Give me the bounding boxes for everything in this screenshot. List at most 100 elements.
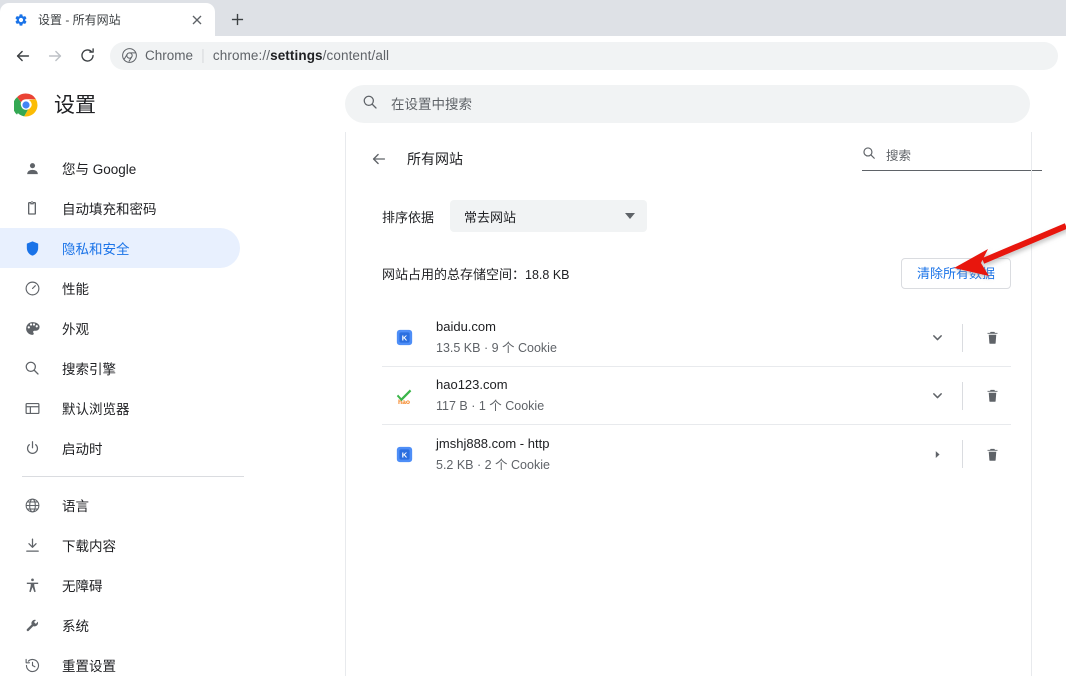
sidebar-item-label: 搜索引擎 (62, 362, 116, 377)
row-divider (962, 323, 963, 352)
settings-search-box[interactable] (345, 85, 1030, 123)
trash-icon[interactable] (973, 377, 1011, 415)
back-icon[interactable] (364, 144, 394, 174)
globe-icon (22, 495, 42, 515)
new-tab-button[interactable] (223, 5, 251, 33)
row-divider (962, 381, 963, 410)
sidebar-item-search-engine[interactable]: 搜索引擎 (0, 348, 240, 388)
browser-window: 设置 - 所有网站 Chrome | chrome://settings/con… (0, 0, 1066, 676)
palette-icon (22, 318, 42, 338)
settings-brand: 设置 (0, 89, 345, 119)
search-icon (22, 358, 42, 378)
sidebar-item-label: 语言 (62, 499, 89, 514)
sidebar-item-label: 隐私和安全 (62, 242, 130, 257)
person-icon (22, 158, 42, 178)
total-storage-label: 网站占用的总存储空间：18.8 KB (382, 264, 570, 283)
sidebar-item-label: 自动填充和密码 (62, 202, 157, 217)
search-icon (362, 94, 378, 115)
sort-select[interactable]: 常去网站 (450, 200, 648, 232)
settings-header: 设置 (0, 76, 1066, 132)
site-name: jmshj888.com - http (436, 435, 550, 451)
chrome-logo-icon (12, 93, 38, 117)
sidebar-item-label: 启动时 (62, 442, 103, 457)
omnibox-url: chrome://settings/content/all (213, 48, 389, 63)
omnibox-chip-label: Chrome (145, 48, 194, 63)
sidebar-item-system[interactable]: 系统 (0, 605, 240, 645)
tab-settings[interactable]: 设置 - 所有网站 (0, 3, 215, 36)
storage-label-text: 网站占用的总存储空间： (382, 267, 526, 282)
reload-icon[interactable] (72, 41, 102, 71)
chevron-right-icon[interactable] (918, 435, 956, 473)
sidebar-item-downloads[interactable]: 下载内容 (0, 525, 240, 565)
address-bar[interactable]: Chrome | chrome://settings/content/all (110, 41, 1058, 70)
back-icon[interactable] (8, 41, 38, 71)
hao123-favicon: hao (394, 386, 414, 406)
sidebar-item-label: 外观 (62, 322, 89, 337)
page-title: 设置 (54, 94, 96, 117)
settings-page: 设置 您与 Google (0, 76, 1066, 676)
site-detail: 5.2 KB · 2 个 Cookie (436, 457, 550, 472)
clear-all-data-button[interactable]: 清除所有数据 (900, 258, 1011, 289)
sidebar-item-you-and-google[interactable]: 您与 Google (0, 148, 240, 188)
table-row[interactable]: K baidu.com 13.5 KB · 9 个 Cookie (382, 309, 1011, 367)
site-detail: 117 B · 1 个 Cookie (436, 399, 545, 413)
forward-icon[interactable] (40, 41, 70, 71)
sites-search-input[interactable] (886, 148, 1042, 163)
sort-label: 排序依据 (382, 209, 435, 225)
content-scroll-edge (1031, 132, 1032, 676)
table-row[interactable]: hao hao123.com 117 B · 1 个 Cookie (382, 367, 1011, 425)
all-sites-subheader: 所有网站 (346, 132, 1066, 186)
sidebar-item-default-browser[interactable]: 默认浏览器 (0, 388, 240, 428)
chevron-down-icon[interactable] (918, 377, 956, 415)
sidebar-item-label: 您与 Google (62, 162, 137, 177)
trash-icon[interactable] (973, 319, 1011, 357)
sidebar-item-performance[interactable]: 性能 (0, 268, 240, 308)
url-suffix: /content/all (322, 48, 390, 63)
table-row[interactable]: K jmshj888.com - http 5.2 KB · 2 个 Cooki… (382, 425, 1011, 483)
sort-row: 排序依据 常去网站 (346, 186, 1066, 232)
history-restore-icon (22, 655, 42, 675)
close-icon[interactable] (187, 10, 207, 30)
sidebar-item-accessibility[interactable]: 无障碍 (0, 565, 240, 605)
svg-text:hao: hao (398, 399, 410, 405)
baidu-favicon: K (394, 328, 414, 348)
tab-title: 设置 - 所有网站 (38, 13, 121, 27)
sidebar-item-autofill[interactable]: 自动填充和密码 (0, 188, 240, 228)
settings-body: 您与 Google 自动填充和密码 隐私和安全 性能 外观 搜索引擎 默认浏览器… (0, 132, 1066, 676)
chrome-icon (122, 48, 137, 63)
svg-text:K: K (401, 450, 407, 459)
search-input[interactable] (391, 96, 1013, 112)
settings-main-content: 所有网站 排序依据 常去网站 (345, 132, 1066, 676)
all-sites-title: 所有网站 (407, 151, 463, 167)
site-name: hao123.com (436, 377, 508, 392)
sidebar-item-label: 系统 (62, 619, 89, 634)
url-highlight: settings (270, 48, 323, 63)
browser-toolbar: Chrome | chrome://settings/content/all (0, 36, 1066, 76)
trash-icon[interactable] (973, 435, 1011, 473)
sidebar-item-on-startup[interactable]: 启动时 (0, 428, 240, 468)
url-prefix: chrome:// (212, 48, 271, 63)
site-detail: 13.5 KB · 9 个 Cookie (436, 341, 557, 355)
site-list: K baidu.com 13.5 KB · 9 个 Cookie hao hao… (382, 309, 1011, 483)
site-info: jmshj888.com - http 5.2 KB · 2 个 Cookie (436, 436, 918, 473)
sidebar-item-label: 下载内容 (62, 539, 116, 554)
sidebar-item-label: 无障碍 (62, 579, 103, 594)
site-info: hao123.com 117 B · 1 个 Cookie (436, 377, 918, 414)
baidu-favicon: K (394, 444, 414, 464)
site-name: baidu.com (436, 319, 496, 334)
speedometer-icon (22, 278, 42, 298)
storage-value: 18.8 KB (525, 268, 570, 282)
sites-search-box[interactable] (862, 146, 1042, 171)
settings-sidebar: 您与 Google 自动填充和密码 隐私和安全 性能 外观 搜索引擎 默认浏览器… (0, 132, 345, 676)
tab-strip: 设置 - 所有网站 (0, 0, 1066, 36)
sidebar-item-label: 性能 (62, 282, 89, 297)
sidebar-item-reset-settings[interactable]: 重置设置 (0, 645, 240, 676)
gear-icon (13, 12, 29, 28)
sidebar-item-languages[interactable]: 语言 (0, 485, 240, 525)
site-info: baidu.com 13.5 KB · 9 个 Cookie (436, 319, 918, 356)
sidebar-item-privacy-and-security[interactable]: 隐私和安全 (0, 228, 240, 268)
browser-window-icon (22, 398, 42, 418)
sidebar-item-appearance[interactable]: 外观 (0, 308, 240, 348)
chevron-down-icon[interactable] (918, 319, 956, 357)
sidebar-item-label: 默认浏览器 (62, 402, 130, 417)
